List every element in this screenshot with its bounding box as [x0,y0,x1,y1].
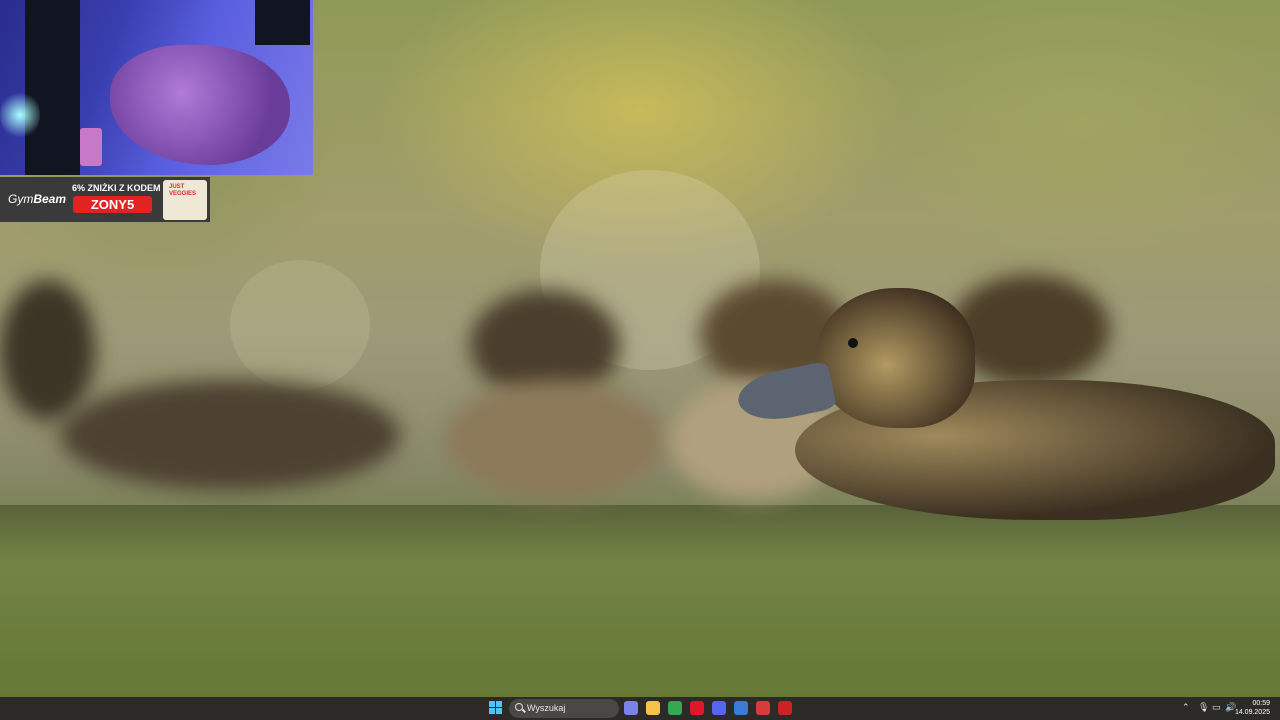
windows-logo-icon [489,708,495,714]
discord-icon[interactable] [712,701,726,715]
small-device [80,128,102,166]
file-explorer-icon[interactable] [646,701,660,715]
taskbar: Wyszukaj ⌃ 🎙 ▭ 🔊 00:59 14.09.2025 [0,697,1280,720]
brand-prefix: Gym [8,192,34,206]
duckling-blur [0,280,95,420]
pack-label: JUST VEGGIES [169,184,197,197]
app-icon-8[interactable] [778,701,792,715]
duckling-blur [445,380,665,500]
teams-icon[interactable] [624,701,638,715]
windows-logo-icon [496,708,502,714]
monitor-shape [255,0,310,45]
clock[interactable]: 00:59 14.09.2025 [1235,699,1270,717]
microphone-icon[interactable]: 🎙 [1198,702,1209,713]
light-glow [0,90,40,140]
promo-banner: GymBeam 6% ZNIŻKI Z KODEM ZONY5 JUST VEG… [0,177,210,222]
desk-post [25,0,80,175]
search-icon [515,703,523,711]
brand-suffix: Beam [33,192,67,206]
opera-icon[interactable] [690,701,704,715]
bokeh-circle [230,260,370,390]
duckling-head [815,288,975,428]
app-icon-7[interactable] [756,701,770,715]
promo-text: 6% ZNIŻKI Z KODEM [72,183,161,193]
network-icon[interactable]: ▭ [1212,702,1221,713]
windows-logo-icon [496,701,502,707]
webcam-overlay [0,0,313,175]
clock-time: 00:59 [1252,700,1270,707]
chevron-up-icon[interactable]: ⌃ [1182,702,1190,713]
duckling-eye [848,338,858,348]
promo-code: ZONY5 [73,196,152,213]
windows-logo-icon [489,701,495,707]
product-pack: JUST VEGGIES [163,180,207,220]
clock-date: 14.09.2025 [1234,709,1270,716]
terminal-icon[interactable] [734,701,748,715]
start-button[interactable] [489,701,503,715]
search-box[interactable]: Wyszukaj [509,699,619,718]
water-surface [0,505,1280,697]
rock-decoration [110,45,290,165]
brand-logo: GymBeam [8,192,66,206]
search-placeholder: Wyszukaj [527,703,566,713]
chrome-icon[interactable] [668,701,682,715]
duckling-blur [60,380,400,490]
